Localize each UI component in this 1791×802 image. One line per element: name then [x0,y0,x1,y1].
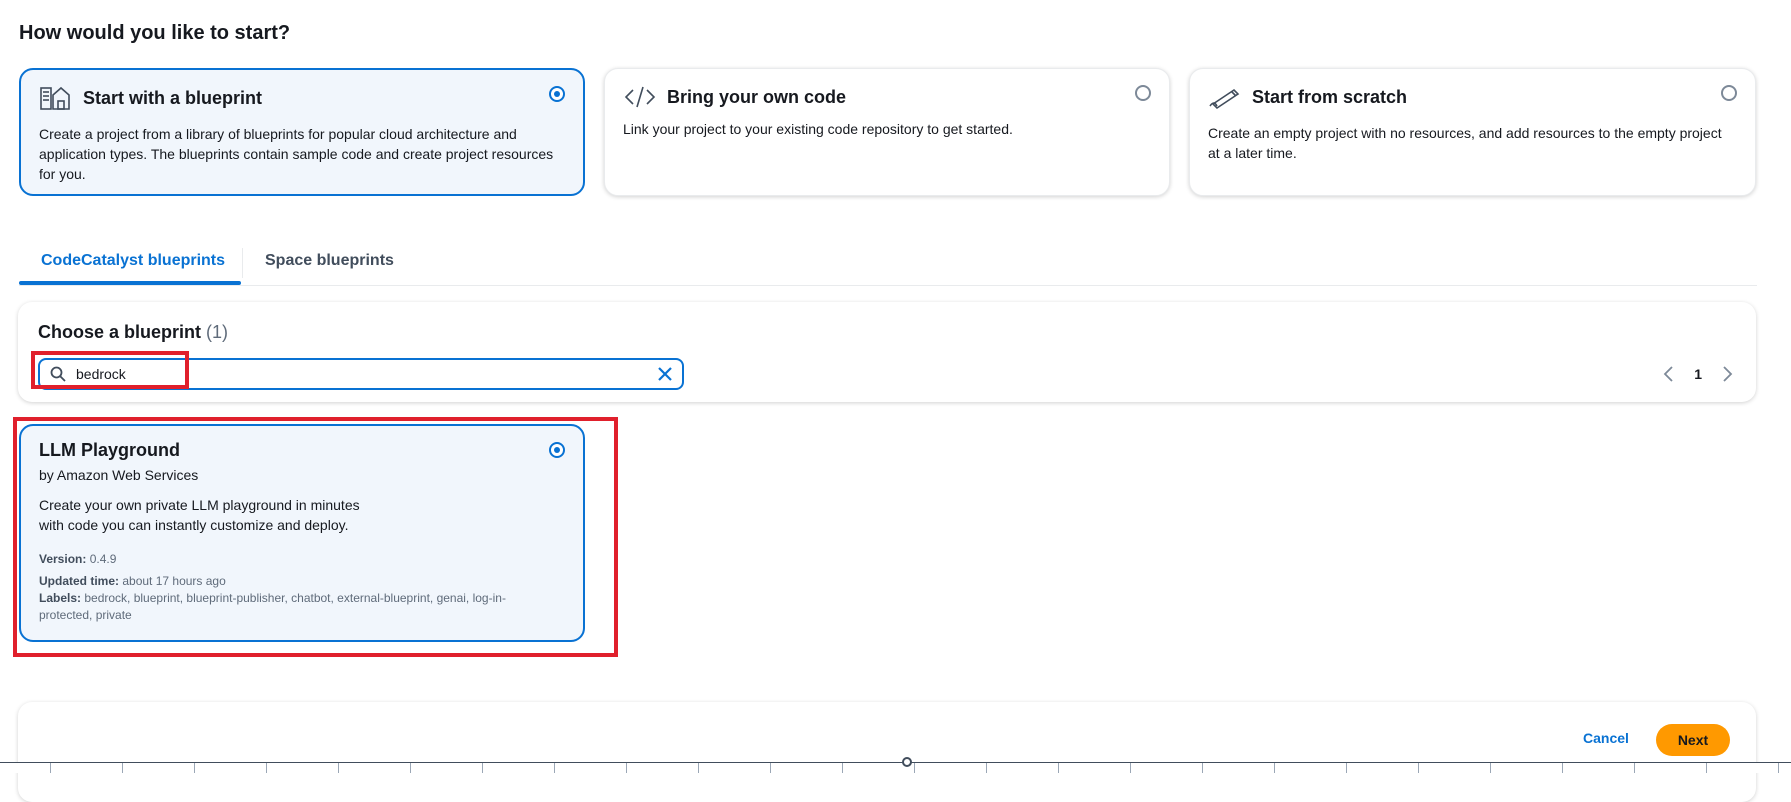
result-count: (1) [206,322,229,342]
pencil-icon [1208,84,1242,110]
option-bring-your-own-code[interactable]: Bring your own code Link your project to… [604,68,1170,196]
tab-space-blueprints[interactable]: Space blueprints [265,252,394,270]
search-input[interactable]: bedrock [38,358,684,390]
blueprint-chooser: Choose a blueprint (1) bedrock 1 [18,302,1756,402]
blueprint-icon [39,85,73,111]
page-title: How would you like to start? [19,22,291,44]
updated-label: Updated time: [39,574,120,588]
updated-value: about 17 hours ago [122,574,226,588]
chevron-left-icon[interactable] [1662,366,1676,382]
option-description: Link your project to your existing code … [623,121,1013,137]
option-start-with-blueprint[interactable]: Start with a blueprint Create a project … [19,68,585,196]
blueprint-description: Create your own private LLM playground i… [39,495,399,535]
version-label: Version: [39,552,87,566]
wizard-footer: Cancel Next [18,702,1756,802]
blueprint-updated: Updated time: about 17 hours ago [39,573,565,590]
chevron-right-icon[interactable] [1720,366,1734,382]
search-value: bedrock [76,366,126,382]
option-radio[interactable] [1721,85,1737,101]
description-line: with code you can instantly customize an… [39,517,349,533]
version-value: 0.4.9 [89,552,117,566]
labels-value: bedrock, blueprint, blueprint-publisher,… [39,591,506,622]
blueprint-card-llm-playground[interactable]: LLM Playground by Amazon Web Services Cr… [19,424,585,642]
option-title: Start from scratch [1252,86,1408,107]
cancel-button[interactable]: Cancel [1583,730,1629,746]
tab-divider [242,248,243,278]
description-line: Create your own private LLM playground i… [39,497,360,513]
blueprint-tabs: CodeCatalyst blueprints Space blueprints [19,238,1757,286]
pagination: 1 [1662,366,1734,382]
next-button[interactable]: Next [1656,724,1730,756]
chooser-title-text: Choose a blueprint [38,322,202,342]
page-number[interactable]: 1 [1694,366,1702,382]
blueprint-labels: Labels: bedrock, blueprint, blueprint-pu… [39,590,539,624]
tab-codecatalyst-blueprints[interactable]: CodeCatalyst blueprints [41,252,225,270]
option-radio[interactable] [549,86,565,102]
option-start-from-scratch[interactable]: Start from scratch Create an empty proje… [1189,68,1756,196]
blueprint-version: Version: 0.4.9 [39,551,565,568]
option-title: Bring your own code [667,86,847,107]
ruler-handle[interactable] [902,757,912,767]
code-icon [623,84,657,110]
option-description: Create a project from a library of bluep… [39,126,554,182]
option-title: Start with a blueprint [83,87,263,108]
search-icon [50,366,66,382]
active-tab-indicator [19,281,241,285]
blueprint-author: by Amazon Web Services [39,467,199,483]
blueprint-title: LLM Playground [39,440,180,460]
option-radio[interactable] [1135,85,1151,101]
blueprint-radio[interactable] [549,442,565,458]
option-description: Create an empty project with no resource… [1208,125,1722,161]
chooser-title: Choose a blueprint (1) [38,322,228,343]
labels-label: Labels: [39,591,82,605]
timeline-ruler[interactable] [0,757,1791,773]
clear-icon[interactable] [656,365,674,383]
